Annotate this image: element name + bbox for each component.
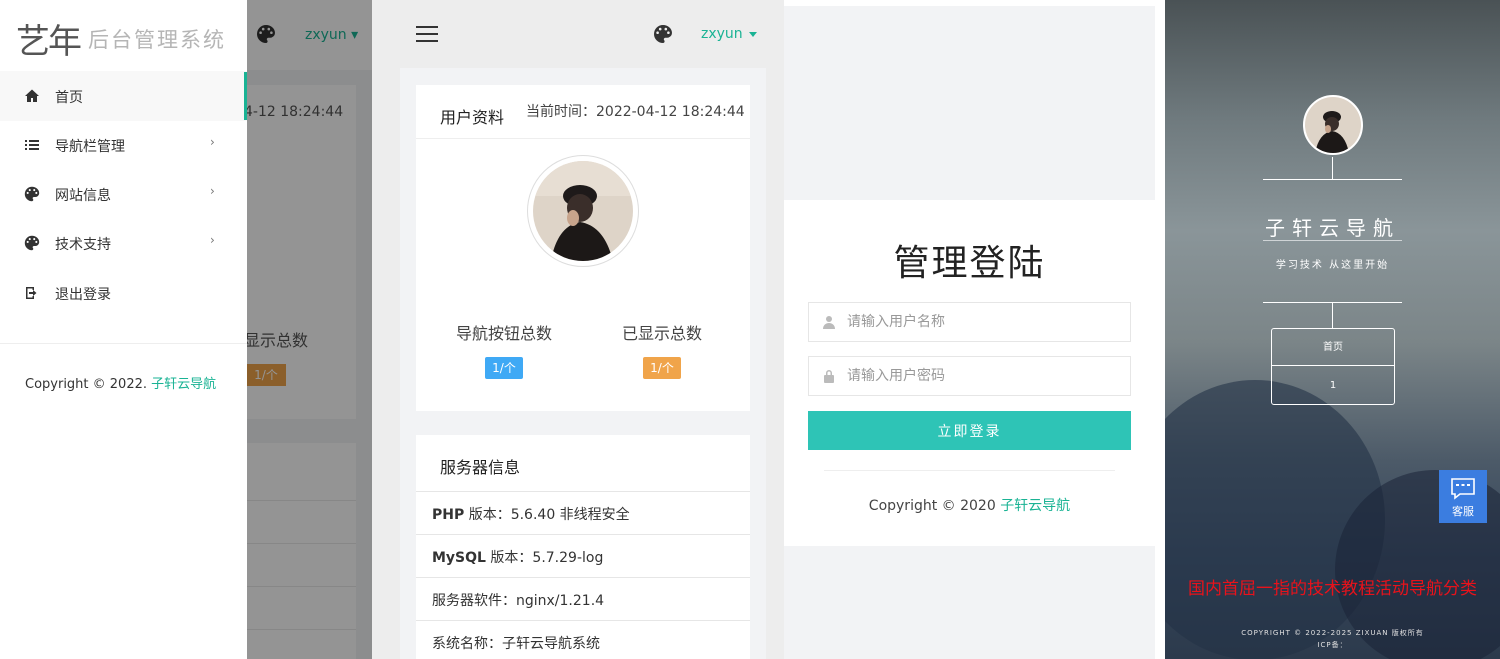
palette-icon[interactable] xyxy=(653,24,673,44)
nav-box: 首页 1 xyxy=(1271,328,1395,405)
top-header: zxyun xyxy=(372,0,784,68)
info-value: 版本：5.6.40 非线程安全 xyxy=(464,507,630,523)
stat-label: 导航按钮总数 xyxy=(456,324,553,343)
login-button[interactable]: 立即登录 xyxy=(808,411,1131,450)
logout-icon xyxy=(26,287,37,299)
info-text: 系统名称：子轩云导航系统 xyxy=(432,636,600,652)
info-text: PHP 版本：5.6.40 非线程安全 xyxy=(432,504,630,524)
nav-item[interactable]: 1 xyxy=(1272,367,1394,404)
info-key: MySQL xyxy=(432,550,486,566)
info-row: 服务器软件：nginx/1.21.4 xyxy=(416,577,750,620)
username-field[interactable] xyxy=(808,302,1131,342)
chevron-right-icon: › xyxy=(210,233,215,247)
lock-icon xyxy=(824,370,834,383)
avatar-image xyxy=(1305,97,1361,153)
stat-badge: 1/个 xyxy=(643,357,681,379)
drawer-copyright: Copyright © 2022. 子轩云导航 xyxy=(25,373,216,392)
logo-text: 后台管理系统 xyxy=(88,28,226,52)
stat-badge: 1/个 xyxy=(485,357,523,379)
copyright-link[interactable]: 子轩云导航 xyxy=(151,377,216,392)
menu-item-label: 首页 xyxy=(55,90,83,106)
info-row: PHP 版本：5.6.40 非线程安全 xyxy=(416,491,750,534)
stat-label: 已显示总数 xyxy=(622,324,703,343)
home-icon xyxy=(25,89,39,102)
chevron-right-icon: › xyxy=(210,135,215,149)
username-input[interactable] xyxy=(847,311,1117,333)
footer-icp[interactable]: ICP备： xyxy=(1165,640,1500,650)
user-menu[interactable]: zxyun xyxy=(701,26,757,42)
profile-card: 用户资料 当前时间：2022-04-12 18:24:44 导航按钮总数 1/个… xyxy=(416,85,750,411)
site-avatar xyxy=(1303,95,1363,155)
footer-copyright: COPYRIGHT © 2022-2025 ZIXUAN 版权所有 xyxy=(1241,629,1424,637)
connector-line xyxy=(1332,157,1333,179)
menu-item-tech-support[interactable]: 技术支持 › xyxy=(0,218,247,268)
list-icon xyxy=(25,140,39,150)
info-text: MySQL 版本：5.7.29-log xyxy=(432,547,603,567)
copyright-text: Copyright © 2020 xyxy=(868,498,996,514)
server-info-card: 服务器信息 PHP 版本：5.6.40 非线程安全 MySQL 版本：5.7.2… xyxy=(416,435,750,659)
palette-icon xyxy=(24,235,40,251)
site-subtitle: 学习技术 从这里开始 xyxy=(1275,260,1390,271)
menu-item-label: 技术支持 xyxy=(55,237,111,253)
info-key: PHP xyxy=(432,507,465,523)
caret-down-icon xyxy=(748,31,757,37)
customer-service-label: 客服 xyxy=(1452,505,1474,518)
login-divider xyxy=(824,470,1115,471)
logo-mark: 艺年 xyxy=(16,22,82,62)
title-underline xyxy=(1263,240,1402,241)
menu-item-home[interactable]: 首页 xyxy=(0,71,247,121)
menu-item-nav-manage[interactable]: 导航栏管理 › xyxy=(0,120,247,170)
connector-line xyxy=(1263,179,1402,180)
menu-item-label: 退出登录 xyxy=(55,287,111,303)
avatar-image xyxy=(533,161,633,261)
promo-text: 国内首屈一指的技术教程活动导航分类 xyxy=(1188,579,1477,599)
menu-item-logout[interactable]: 退出登录 xyxy=(0,268,247,318)
menu-toggle-icon[interactable] xyxy=(416,26,438,42)
copyright-link[interactable]: 子轩云导航 xyxy=(1000,498,1070,514)
drawer-overlay[interactable] xyxy=(247,0,372,659)
nav-item[interactable]: 首页 xyxy=(1272,329,1394,366)
side-drawer: 艺年 后台管理系统 首页 导航栏管理 › 网站信息 › 技术支持 › 退出登录 xyxy=(0,0,247,659)
palette-icon xyxy=(24,186,40,202)
drawer-divider xyxy=(0,343,247,344)
info-row: 系统名称：子轩云导航系统 xyxy=(416,620,750,659)
current-time: 当前时间：2022-04-12 18:24:44 xyxy=(526,104,745,120)
login-copyright: Copyright © 2020 子轩云导航 xyxy=(784,495,1155,515)
chat-icon xyxy=(1451,478,1475,500)
customer-service-button[interactable]: 客服 xyxy=(1439,470,1487,523)
info-row: MySQL 版本：5.7.29-log xyxy=(416,534,750,577)
login-panel: 管理登陆 立即登录 Copyright © 2020 子轩云导航 xyxy=(784,0,1165,659)
avatar xyxy=(527,155,639,267)
dashboard-panel: zxyun 用户资料 当前时间：2022-04-12 18:24:44 导航按钮… xyxy=(372,0,784,659)
connector-line xyxy=(1332,302,1333,328)
card-divider xyxy=(416,138,750,139)
menu-item-site-info[interactable]: 网站信息 › xyxy=(0,169,247,219)
grey-block-top xyxy=(784,6,1155,200)
info-value: 版本：5.7.29-log xyxy=(485,550,604,566)
profile-card-title: 用户资料 xyxy=(440,108,505,127)
password-input[interactable] xyxy=(847,365,1117,387)
admin-drawer-panel: zxyun ▾ 4-12 18:24:44 显示总数 1/个 艺年 后台管理系统… xyxy=(0,0,372,659)
public-nav-panel: 子轩云导航 学习技术 从这里开始 首页 1 客服 国内首屈一指的技术教程活动导航… xyxy=(1165,0,1500,659)
login-title: 管理登陆 xyxy=(893,243,1046,284)
server-card-title: 服务器信息 xyxy=(440,458,521,477)
info-text: 服务器软件：nginx/1.21.4 xyxy=(432,593,605,609)
menu-item-label: 网站信息 xyxy=(55,188,111,204)
password-field[interactable] xyxy=(808,356,1131,396)
copyright-text: Copyright © 2022. xyxy=(25,377,148,392)
chevron-right-icon: › xyxy=(210,184,215,198)
active-indicator xyxy=(244,72,247,120)
user-icon xyxy=(823,316,835,329)
drawer-header: 艺年 后台管理系统 xyxy=(0,0,247,70)
grey-block-bottom xyxy=(784,546,1155,659)
site-title: 子轩云导航 xyxy=(1265,216,1400,240)
username-label: zxyun xyxy=(701,26,743,42)
menu-item-label: 导航栏管理 xyxy=(55,139,125,155)
